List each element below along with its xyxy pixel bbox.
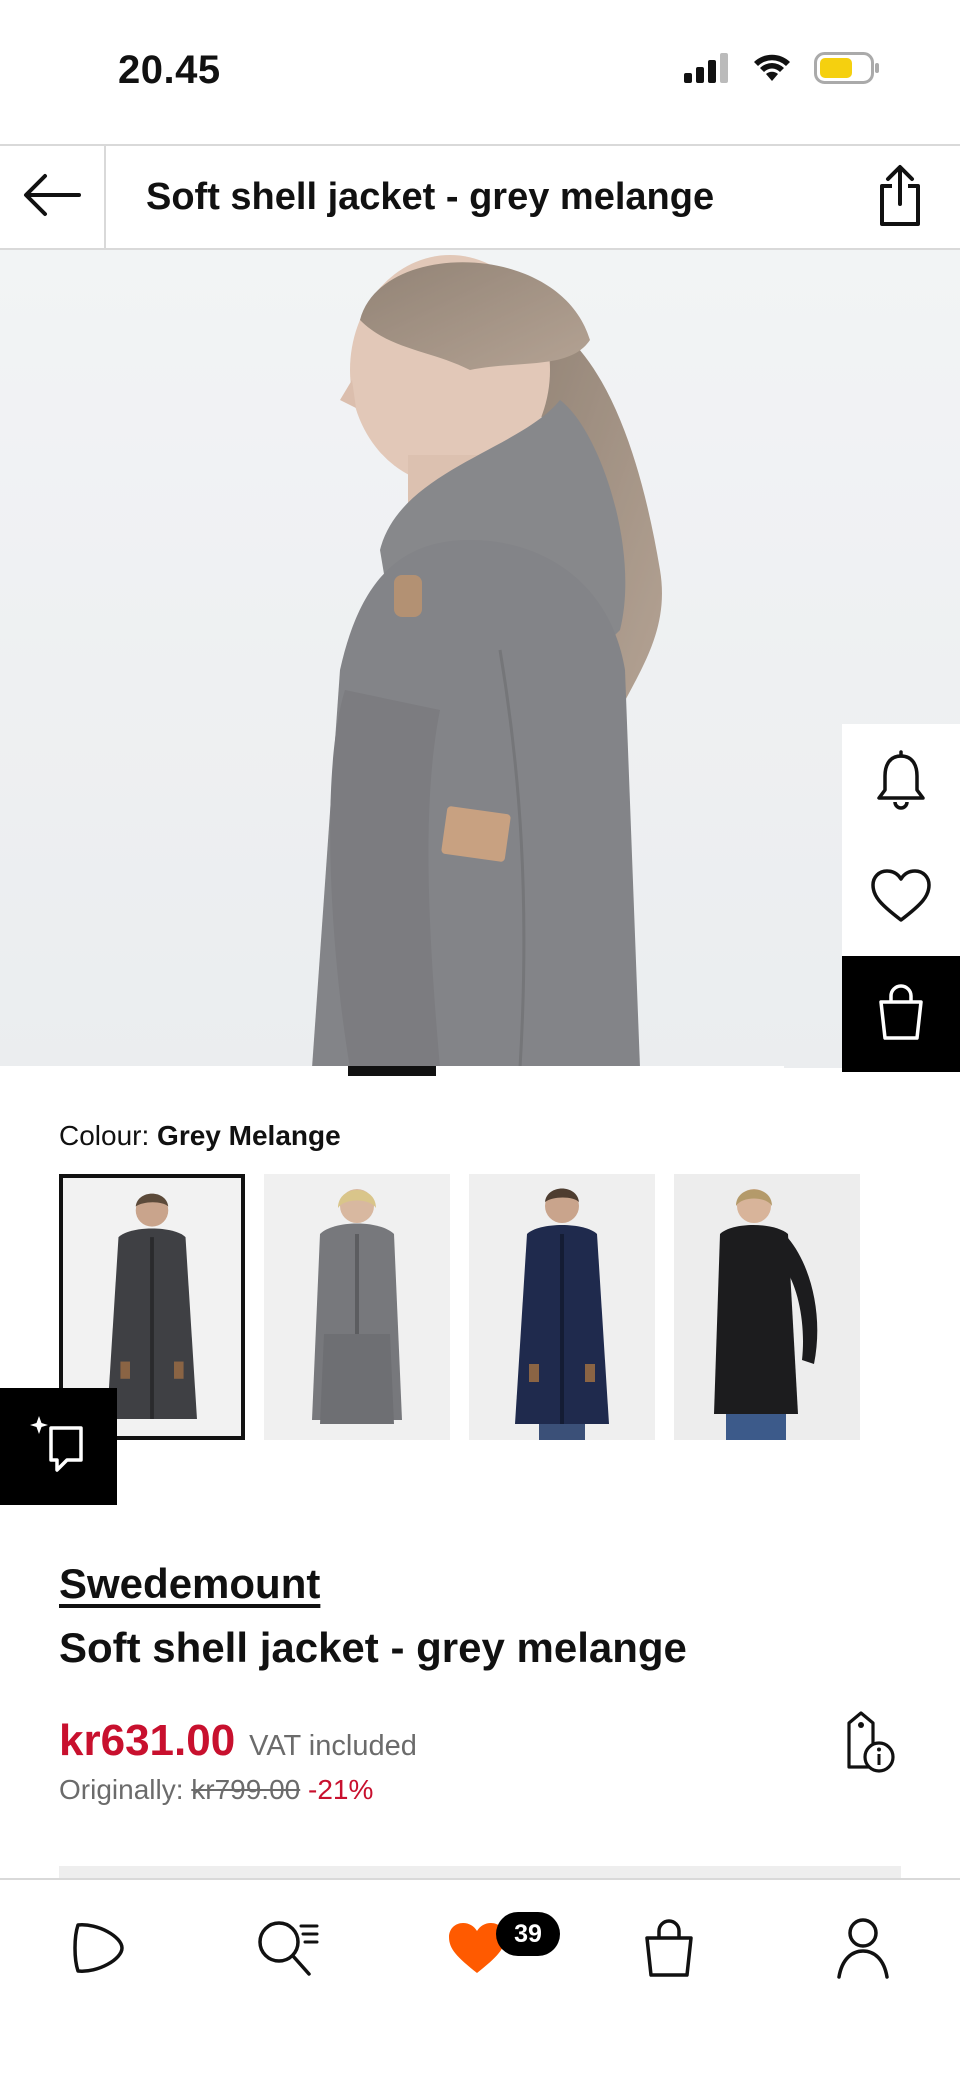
wishlist-count-badge: 39	[496, 1912, 560, 1956]
vat-note: VAT included	[249, 1730, 417, 1762]
share-button[interactable]	[868, 164, 932, 232]
colour-label-text: Colour:	[59, 1120, 150, 1151]
page-title: Soft shell jacket - grey melange	[146, 176, 715, 218]
bottom-navigation: 39	[0, 1878, 960, 2081]
colour-value: Grey Melange	[157, 1120, 341, 1151]
product-image[interactable]	[0, 250, 960, 1068]
status-bar: 20.45	[0, 0, 960, 144]
colour-swatch-navy[interactable]	[469, 1174, 655, 1440]
discount-percent: -21%	[308, 1774, 374, 1805]
swatch-image	[469, 1174, 655, 1440]
nav-search[interactable]	[242, 1910, 332, 1990]
share-icon	[876, 164, 924, 233]
wifi-icon	[752, 53, 792, 88]
image-carousel-indicator	[348, 1066, 436, 1076]
bag-icon	[875, 982, 927, 1047]
status-time: 20.45	[118, 48, 221, 92]
product-name: Soft shell jacket - grey melange	[59, 1624, 687, 1671]
colour-swatches	[59, 1174, 860, 1440]
sparkle-frame-icon	[29, 1414, 89, 1479]
image-overlay	[0, 250, 960, 1068]
colour-label: Colour: Grey Melange	[59, 1120, 341, 1152]
bell-icon	[875, 749, 927, 815]
nav-account[interactable]	[818, 1910, 908, 1990]
shop-the-look-button[interactable]	[0, 1388, 117, 1505]
status-icons	[684, 52, 880, 89]
nav-home[interactable]	[52, 1910, 142, 1990]
notify-button[interactable]	[842, 724, 960, 840]
original-price-row: Originally: kr799.00 -21%	[59, 1774, 373, 1806]
add-to-bag-button[interactable]	[842, 956, 960, 1072]
originally-label: Originally:	[59, 1774, 184, 1805]
bag-icon	[642, 1918, 696, 1983]
original-price: kr799.00	[191, 1774, 301, 1805]
arrow-left-icon	[21, 172, 83, 223]
price-info-button[interactable]	[836, 1710, 898, 1780]
floating-actions	[842, 724, 960, 1072]
heart-icon	[870, 868, 932, 929]
back-button[interactable]	[0, 146, 106, 248]
colour-swatch-grey[interactable]	[264, 1174, 450, 1440]
nav-bag[interactable]	[624, 1910, 714, 1990]
account-icon	[836, 1917, 890, 1984]
home-icon	[68, 1919, 126, 1982]
swatch-image	[264, 1174, 450, 1440]
wishlist-add-button[interactable]	[842, 840, 960, 956]
sale-price: kr631.00	[59, 1716, 236, 1765]
battery-icon	[814, 52, 880, 89]
brand-link[interactable]: Swedemount	[59, 1560, 320, 1608]
search-icon	[255, 1918, 319, 1983]
price-tag-info-icon	[837, 1710, 897, 1780]
signal-icon	[684, 53, 730, 88]
top-bar: Soft shell jacket - grey melange	[0, 144, 960, 250]
colour-swatch-black[interactable]	[674, 1174, 860, 1440]
swatch-image	[674, 1174, 860, 1440]
price-row: kr631.00 VAT included	[59, 1716, 417, 1766]
